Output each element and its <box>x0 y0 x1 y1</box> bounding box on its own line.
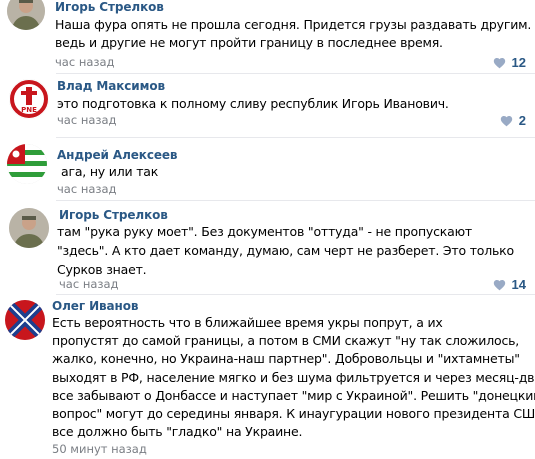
comment-time[interactable]: час назад <box>57 182 117 196</box>
comment-author[interactable]: Андрей Алексеев <box>57 148 178 162</box>
comment-time[interactable]: час назад <box>57 113 117 127</box>
comment-text-line: выходят в РФ, население мягко и без шума… <box>52 370 535 385</box>
divider <box>56 137 535 138</box>
comment-author[interactable]: Олег Иванов <box>52 299 138 313</box>
divider <box>56 294 535 295</box>
comment-author[interactable]: Игорь Стрелков <box>55 0 164 14</box>
comment-time[interactable]: час назад <box>59 277 119 291</box>
comment-text-line: "здесь". А кто дает команду, думаю, сам … <box>57 243 514 258</box>
comment-author[interactable]: Влад Максимов <box>57 79 165 93</box>
comment: Андрей Алексеев ага, ну или так час наза… <box>0 140 535 200</box>
comment-text-line: все должно быть "гладко" на Украине. <box>52 424 303 439</box>
divider <box>56 200 535 201</box>
novorossiya-flag-avatar-icon <box>5 300 45 340</box>
comment: PNE Влад Максимов это подготовка к полно… <box>0 75 535 140</box>
man-in-uniform-avatar-icon <box>7 0 45 30</box>
avatar[interactable]: PNE <box>9 79 49 119</box>
comment-text-line: это подготовка к полному сливу республик… <box>57 96 449 111</box>
abkhazia-flag-avatar-icon <box>7 144 47 184</box>
heart-icon <box>493 57 505 68</box>
comment: Игорь Стрелков там "рука руку моет". Без… <box>0 202 535 292</box>
comment-text-line: Наша фура опять не прошла сегодня. Приде… <box>55 17 535 32</box>
comment: Олег Иванов Есть вероятность что в ближа… <box>0 296 535 459</box>
red-emblem-avatar-icon: PNE <box>9 79 49 119</box>
comment-text-line: жалко, конечно, но Украина-наш партнер".… <box>52 351 520 366</box>
avatar[interactable] <box>5 300 45 340</box>
comment-text-line: Есть вероятность что в ближайшее время у… <box>52 315 443 330</box>
like-button[interactable]: 12 <box>493 55 526 70</box>
comment-author[interactable]: Игорь Стрелков <box>59 208 168 222</box>
avatar[interactable] <box>9 208 49 248</box>
comment: Игорь Стрелков Наша фура опять не прошла… <box>0 0 535 75</box>
comment-text-line: ведь и другие не могут пройти границу в … <box>55 35 443 50</box>
divider <box>56 73 535 74</box>
comment-text-line: ага, ну или так <box>61 164 159 179</box>
comment-time[interactable]: час назад <box>55 55 115 69</box>
man-in-uniform-avatar-icon <box>9 208 49 248</box>
comment-text-line: все забывают о Донбассе и наступает "мир… <box>52 388 535 403</box>
comment-time[interactable]: 50 минут назад <box>52 442 147 456</box>
comment-text-line: вопрос" могут до середины января. К инау… <box>52 406 535 421</box>
heart-icon <box>500 115 512 126</box>
like-button[interactable]: 14 <box>493 277 526 292</box>
svg-text:PNE: PNE <box>21 106 37 114</box>
avatar[interactable] <box>7 144 47 184</box>
like-count: 12 <box>511 55 526 70</box>
avatar[interactable] <box>7 0 45 30</box>
like-count: 2 <box>518 113 526 128</box>
like-button[interactable]: 2 <box>500 113 526 128</box>
heart-icon <box>493 279 505 290</box>
like-count: 14 <box>511 277 526 292</box>
comment-text-line: пропустят до самой границы, а потом в СМ… <box>52 333 520 348</box>
comment-text-line: там "рука руку моет". Без документов "от… <box>57 224 473 239</box>
